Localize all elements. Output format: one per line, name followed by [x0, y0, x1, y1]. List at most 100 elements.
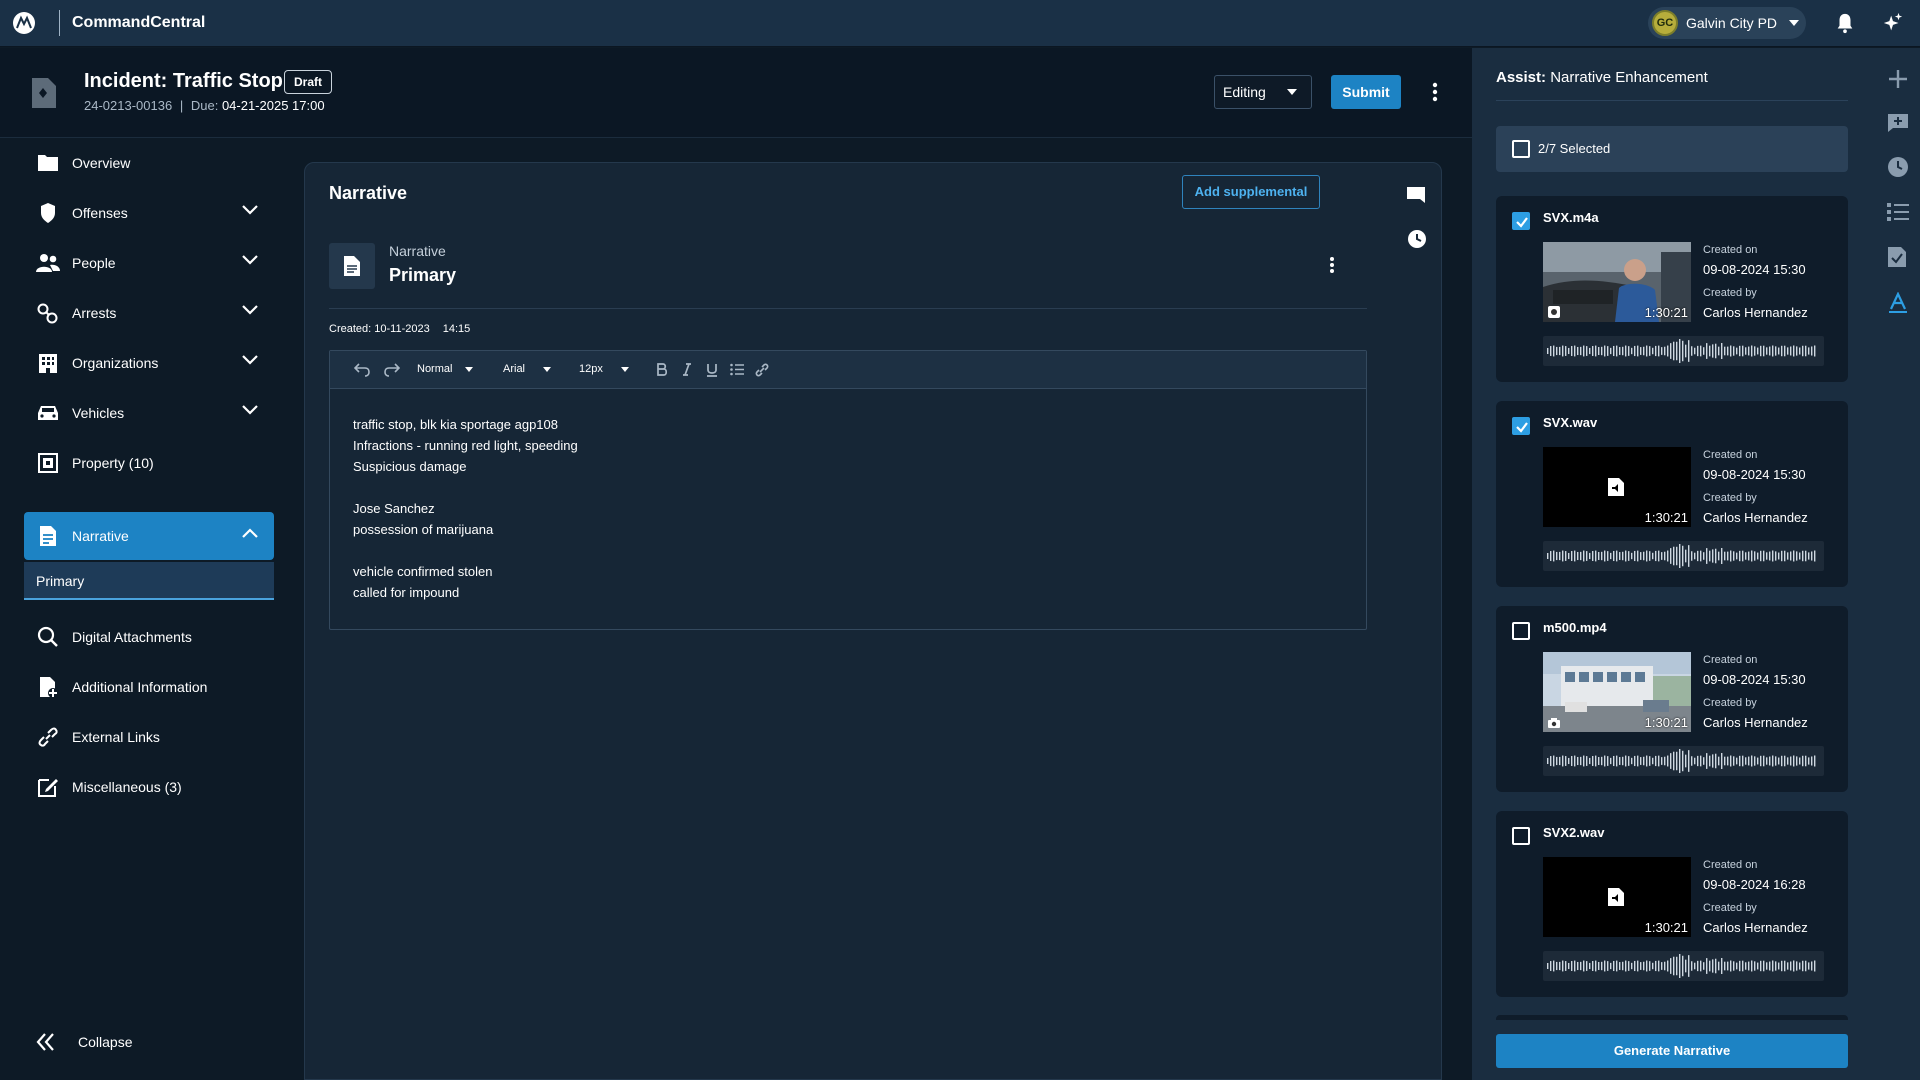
sidebar-item-label: Arrests	[72, 305, 117, 321]
created-on-label: Created on	[1703, 859, 1758, 871]
badge-icon	[41, 203, 55, 223]
clock-icon[interactable]	[1887, 156, 1909, 178]
rich-text-editor[interactable]: Normal Arial 12px traffic stop, blk kia …	[329, 350, 1367, 630]
media-card[interactable]: SVX2.wav 1:30:21 Created on 09-08-2024 1…	[1496, 811, 1848, 997]
media-card[interactable]: SVX.m4a 1:30:21 Created on 09-08-2024 15…	[1496, 196, 1848, 382]
chevron-down-icon[interactable]	[242, 255, 258, 265]
text-format-icon[interactable]	[1887, 292, 1909, 314]
assist-title-prefix: Assist:	[1496, 69, 1547, 86]
chevron-down-icon[interactable]	[242, 205, 258, 215]
audio-thumbnail[interactable]: 1:30:21	[1543, 857, 1691, 937]
chevron-up-icon[interactable]	[242, 528, 258, 538]
created-date: Created: 10-11-2023 14:15	[329, 323, 470, 335]
selected-count: 2/7 Selected	[1538, 141, 1611, 156]
created-by-value: Carlos Hernandez	[1703, 920, 1808, 935]
audio-waveform[interactable]	[1543, 541, 1824, 571]
sidebar-item-label: Narrative	[72, 528, 129, 544]
media-checkbox[interactable]	[1512, 212, 1530, 230]
waveform-icon	[1547, 544, 1816, 568]
link-icon[interactable]	[755, 363, 769, 377]
plus-icon[interactable]	[1887, 68, 1909, 90]
video-thumbnail[interactable]: 1:30:21	[1543, 652, 1691, 732]
sidebar-item-overview[interactable]: Overview	[24, 139, 274, 187]
paragraph-style-select[interactable]: Normal	[417, 363, 477, 375]
media-card[interactable]: m500.mp4 1:30:21 Created on 09-08-2024 1…	[1496, 606, 1848, 792]
due-label: Due:	[190, 98, 219, 113]
narrative-panel: Narrative Add supplemental Narrative Pri…	[304, 162, 1442, 1080]
select-all-bar[interactable]: 2/7 Selected	[1496, 126, 1848, 172]
media-checkbox[interactable]	[1512, 827, 1530, 845]
collapse-button[interactable]: Collapse	[36, 1033, 132, 1051]
media-duration: 1:30:21	[1644, 510, 1688, 525]
camera-badge-icon	[1548, 718, 1560, 728]
media-checkbox[interactable]	[1512, 622, 1530, 640]
sidebar-item-property[interactable]: Property (10)	[24, 439, 274, 487]
media-checkbox[interactable]	[1512, 417, 1530, 435]
audio-thumbnail[interactable]: 1:30:21	[1543, 447, 1691, 527]
media-duration: 1:30:21	[1644, 305, 1688, 320]
checklist-icon[interactable]	[1887, 246, 1907, 268]
created-on-value: 09-08-2024 15:30	[1703, 672, 1806, 687]
audio-waveform[interactable]	[1543, 746, 1824, 776]
comment-icon[interactable]	[1406, 186, 1426, 204]
sparkle-icon[interactable]	[1882, 12, 1904, 34]
sidebar-item-external-links[interactable]: External Links	[24, 713, 274, 761]
created-by-value: Carlos Hernandez	[1703, 305, 1808, 320]
sidebar-subitem-label: Primary	[36, 573, 85, 589]
chevron-down-icon[interactable]	[242, 305, 258, 315]
editor-content[interactable]: traffic stop, blk kia sportage agp108 In…	[330, 389, 1366, 603]
video-thumbnail[interactable]: 1:30:21	[1543, 242, 1691, 322]
agency-switcher[interactable]: GC Galvin City PD	[1648, 7, 1806, 39]
sidebar-item-offenses[interactable]: Offenses	[24, 189, 274, 237]
mode-select[interactable]: Editing	[1214, 75, 1312, 109]
add-comment-icon[interactable]	[1887, 113, 1909, 133]
redo-icon[interactable]	[384, 363, 400, 377]
media-file-name: SVX.wav	[1543, 415, 1598, 430]
select-all-checkbox[interactable]	[1512, 140, 1530, 158]
sidebar-item-people[interactable]: People	[24, 239, 274, 287]
meta-separator: |	[179, 98, 184, 113]
created-date-label: Created: 10-11-2023	[329, 323, 430, 335]
font-select[interactable]: Arial	[503, 363, 553, 375]
sidebar-item-digital-attachments[interactable]: Digital Attachments	[24, 613, 274, 661]
undo-icon[interactable]	[354, 363, 370, 377]
bold-icon[interactable]	[657, 363, 667, 376]
created-on-value: 09-08-2024 16:28	[1703, 877, 1806, 892]
bulleted-list-icon[interactable]	[730, 363, 744, 376]
divider	[329, 308, 1367, 309]
caret-down-icon	[543, 367, 551, 372]
sidebar-item-label: Property (10)	[72, 455, 154, 471]
sidebar-item-narrative[interactable]: Narrative	[24, 512, 274, 560]
sidebar-item-arrests[interactable]: Arrests	[24, 289, 274, 337]
sidebar-item-organizations[interactable]: Organizations	[24, 339, 274, 387]
topbar-divider	[59, 10, 60, 36]
generate-narrative-button[interactable]: Generate Narrative	[1496, 1034, 1848, 1068]
sidebar-item-vehicles[interactable]: Vehicles	[24, 389, 274, 437]
add-supplemental-button[interactable]: Add supplemental	[1182, 175, 1320, 209]
chevron-down-icon[interactable]	[242, 355, 258, 365]
chevron-down-icon[interactable]	[242, 405, 258, 415]
submit-button[interactable]: Submit	[1331, 75, 1401, 109]
avatar: GC	[1652, 10, 1678, 36]
media-card[interactable]: SVX.wav 1:30:21 Created on 09-08-2024 15…	[1496, 401, 1848, 587]
created-by-value: Carlos Hernandez	[1703, 510, 1808, 525]
audio-waveform[interactable]	[1543, 951, 1824, 981]
sidebar: Overview Offenses People Arrests Organiz…	[0, 139, 296, 1080]
sidebar-item-additional-information[interactable]: Additional Information	[24, 663, 274, 711]
audio-waveform[interactable]	[1543, 336, 1824, 366]
more-vertical-icon[interactable]	[1432, 82, 1438, 102]
mode-select-value: Editing	[1223, 84, 1266, 100]
list-icon[interactable]	[1887, 203, 1909, 221]
font-size-select[interactable]: 12px	[579, 363, 629, 375]
bell-icon[interactable]	[1834, 12, 1856, 34]
document-icon	[40, 526, 56, 546]
motorola-logo-icon[interactable]	[12, 11, 36, 35]
double-chevron-left-icon	[36, 1033, 54, 1051]
more-vertical-icon[interactable]	[1329, 256, 1335, 274]
due-date: 04-21-2025 17:00	[221, 98, 325, 113]
history-clock-icon[interactable]	[1407, 229, 1427, 249]
underline-icon[interactable]	[707, 363, 717, 377]
italic-icon[interactable]	[682, 363, 692, 376]
sidebar-item-miscellaneous[interactable]: Miscellaneous (3)	[24, 763, 274, 811]
sidebar-subitem-primary[interactable]: Primary	[24, 562, 274, 600]
